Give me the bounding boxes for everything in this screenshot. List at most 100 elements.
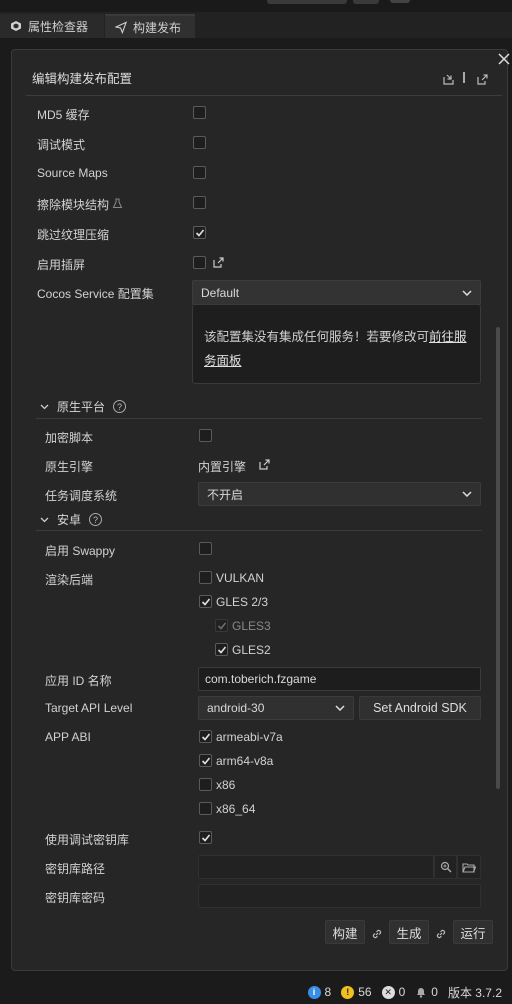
notification-count: 0	[431, 985, 438, 999]
target-api-select[interactable]: android-30	[198, 696, 354, 720]
warning-status[interactable]: ! 56	[341, 985, 372, 999]
arm64-v8a-label: arm64-v8a	[216, 754, 274, 768]
check-icon	[201, 756, 210, 765]
export-icon[interactable]	[475, 72, 489, 86]
render-backend-label: 渲染后端	[45, 573, 94, 587]
bell-icon	[417, 988, 426, 998]
version-label: 版本 3.7.2	[447, 985, 502, 1000]
chevron-down-icon	[335, 705, 345, 711]
info-count: 8	[324, 985, 332, 999]
md5-checkbox[interactable]	[193, 106, 206, 119]
sourcemaps-checkbox[interactable]	[193, 166, 206, 179]
search-icon[interactable]	[434, 855, 457, 879]
native-engine-label: 原生引擎	[45, 460, 94, 474]
native-section-header[interactable]: 原生平台 ?	[40, 398, 127, 415]
link-icon[interactable]	[434, 927, 448, 941]
app-abi-label: APP ABI	[45, 730, 91, 744]
encrypt-label: 加密脚本	[45, 431, 94, 445]
vulkan-label: VULKAN	[216, 571, 265, 585]
title-divider	[26, 95, 502, 96]
folder-icon[interactable]	[457, 855, 481, 879]
keystore-path-label: 密钥库路径	[45, 862, 106, 876]
tab-inspector[interactable]: 属性检查器	[0, 14, 104, 38]
debug-keystore-label: 使用调试密钥库	[45, 833, 130, 847]
check-icon	[201, 732, 210, 741]
android-section-divider	[36, 530, 482, 531]
chevron-down-icon	[462, 289, 472, 296]
toolbar-circle-button[interactable]	[390, 0, 410, 3]
check-icon	[217, 621, 226, 630]
import-icon[interactable]	[441, 72, 455, 86]
check-icon	[217, 645, 226, 654]
vulkan-checkbox[interactable]	[199, 571, 212, 584]
make-button[interactable]: 生成	[389, 920, 429, 944]
erase-module-checkbox[interactable]	[193, 196, 206, 209]
panel-title: 编辑构建发布配置	[32, 72, 133, 86]
keystore-password-input[interactable]	[198, 884, 481, 908]
skip-texture-checkbox[interactable]	[193, 226, 206, 239]
external-link-icon[interactable]	[211, 255, 225, 269]
native-section-title: 原生平台	[57, 400, 106, 414]
scrollbar[interactable]	[496, 327, 500, 789]
insert-screen-checkbox[interactable]	[193, 256, 206, 269]
skip-texture-label: 跳过纹理压缩	[37, 228, 110, 242]
task-system-label: 任务调度系统	[45, 489, 118, 503]
native-engine-value: 内置引擎	[198, 460, 247, 474]
external-link-icon[interactable]	[257, 457, 271, 471]
error-count: 0	[398, 985, 406, 999]
set-android-sdk-button[interactable]: Set Android SDK	[359, 696, 481, 720]
debug-keystore-checkbox[interactable]	[199, 831, 212, 844]
help-icon[interactable]: ?	[89, 513, 103, 526]
x86-64-checkbox[interactable]	[199, 802, 212, 815]
check-icon	[201, 597, 210, 606]
paper-plane-icon	[115, 20, 127, 34]
android-section-header[interactable]: 安卓 ?	[40, 511, 103, 528]
armeabi-v7a-label: armeabi-v7a	[216, 730, 283, 744]
close-icon[interactable]	[497, 52, 512, 70]
task-system-select[interactable]: 不开启	[198, 482, 481, 506]
warning-icon: !	[341, 985, 355, 999]
inspector-icon	[10, 20, 22, 32]
help-icon[interactable]: ?	[113, 400, 127, 413]
target-api-value: android-30	[207, 701, 265, 715]
build-button[interactable]: 构建	[325, 920, 365, 944]
encrypt-checkbox[interactable]	[199, 429, 212, 442]
armeabi-v7a-checkbox[interactable]	[199, 730, 212, 743]
link-icon[interactable]	[370, 927, 384, 941]
gles2-checkbox[interactable]	[215, 643, 228, 656]
x86-checkbox[interactable]	[199, 778, 212, 791]
toolbar-widget-small[interactable]	[353, 0, 379, 4]
tab-build[interactable]: 构建发布	[105, 14, 195, 38]
keystore-password-label: 密钥库密码	[45, 891, 106, 905]
gles23-checkbox[interactable]	[199, 595, 212, 608]
chevron-down-icon	[40, 517, 49, 522]
check-icon	[201, 833, 210, 842]
gles3-label: GLES3	[232, 619, 271, 633]
notification-status[interactable]: 0	[415, 985, 438, 999]
error-status[interactable]: ✕ 0	[381, 985, 406, 999]
keystore-path-input[interactable]	[198, 855, 434, 879]
flask-icon	[112, 198, 123, 212]
info-status[interactable]: i 8	[307, 985, 332, 999]
debug-label: 调试模式	[37, 138, 86, 152]
md5-label: MD5 缓存	[37, 108, 90, 122]
task-system-value: 不开启	[207, 487, 244, 502]
debug-checkbox[interactable]	[193, 136, 206, 149]
gles3-checkbox[interactable]	[215, 619, 228, 632]
status-bar: i 8 ! 56 ✕ 0 0 版本 3.7.2	[0, 980, 512, 1004]
cocos-service-select[interactable]: Default	[192, 280, 481, 305]
gles23-label: GLES 2/3	[216, 595, 269, 609]
cocos-service-value: Default	[201, 285, 240, 300]
check-icon	[195, 228, 204, 237]
run-button[interactable]: 运行	[453, 920, 493, 944]
erase-module-label: 擦除模块结构	[37, 198, 110, 212]
toolbar-widget[interactable]	[267, 0, 347, 4]
cocos-service-label: Cocos Service 配置集	[37, 287, 154, 301]
tab-inspector-label: 属性检查器	[28, 19, 89, 34]
app-id-input[interactable]: com.toberich.fzgame	[198, 667, 481, 691]
arm64-v8a-checkbox[interactable]	[199, 754, 212, 767]
warning-count: 56	[358, 985, 372, 999]
swappy-checkbox[interactable]	[199, 542, 212, 555]
chevron-down-icon	[40, 404, 49, 409]
x86-64-label: x86_64	[216, 802, 256, 816]
